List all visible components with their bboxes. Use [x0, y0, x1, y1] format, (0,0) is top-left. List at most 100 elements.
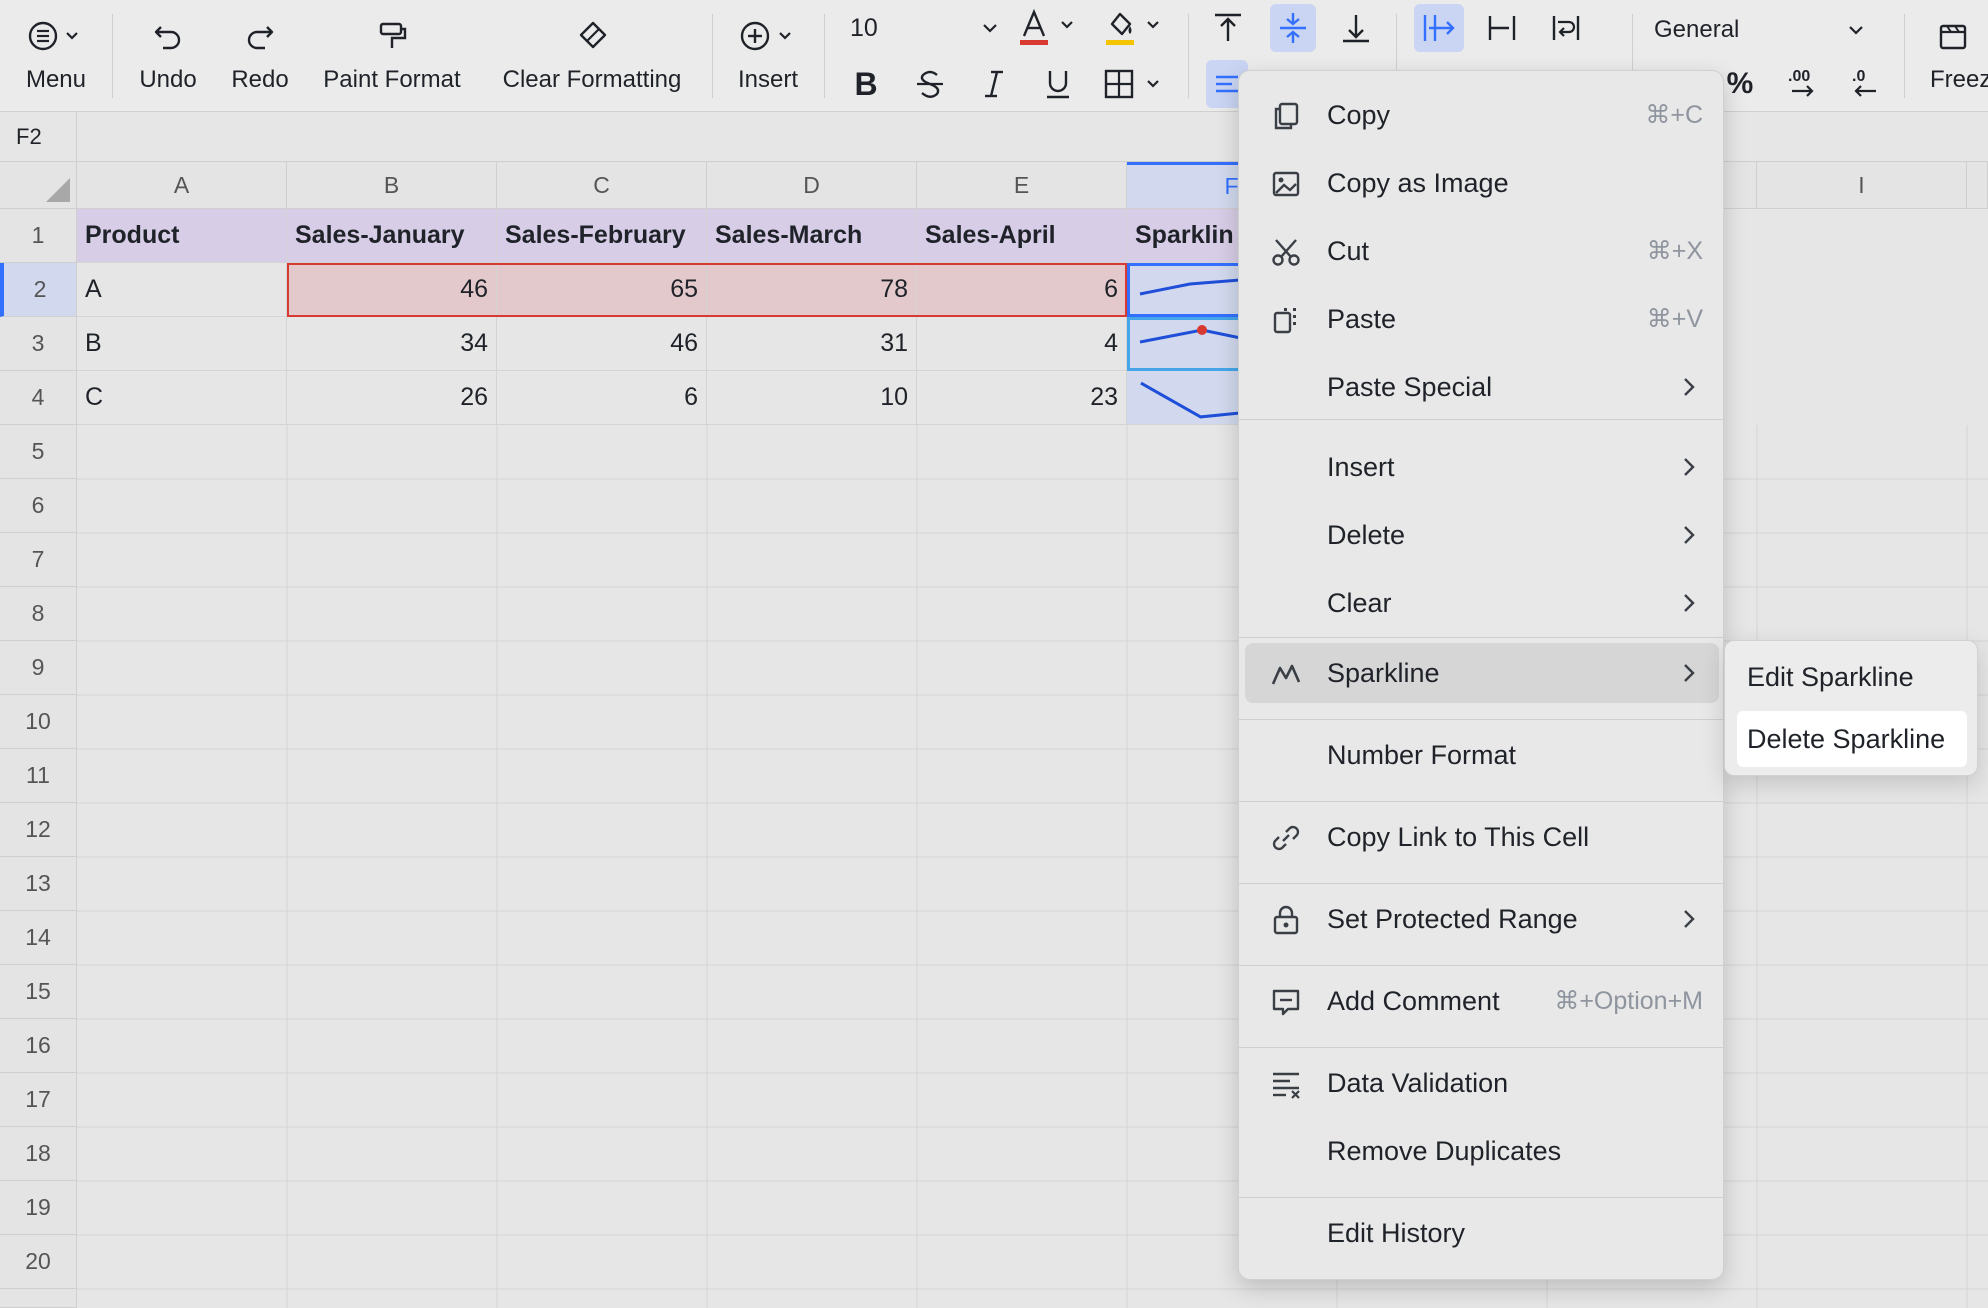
menu-item-copy-as-image[interactable]: Copy as Image [1245, 153, 1719, 213]
row-header[interactable]: 4 [0, 371, 77, 425]
sparkline-submenu: Edit Sparkline Delete Sparkline [1724, 640, 1978, 776]
freeze-button[interactable]: Freez [1922, 0, 1988, 112]
align-middle-button[interactable] [1270, 4, 1316, 52]
cell-reference[interactable]: F2 [0, 112, 77, 162]
menu-item-edit-history[interactable]: Edit History [1245, 1203, 1719, 1263]
row-header[interactable]: 14 [0, 911, 77, 965]
table-cell[interactable]: 65 [497, 263, 707, 317]
row-header[interactable]: 10 [0, 695, 77, 749]
overflow-icon [1423, 15, 1455, 41]
row-header[interactable]: 16 [0, 1019, 77, 1073]
undo-button[interactable]: Undo [134, 0, 202, 112]
menu-item-sparkline[interactable]: Sparkline [1245, 643, 1719, 703]
text-clip-button[interactable] [1480, 6, 1524, 50]
table-cell[interactable]: 34 [287, 317, 497, 371]
table-header-cell[interactable]: Sales-February [497, 209, 707, 263]
menu-item-set-protected-range[interactable]: Set Protected Range [1245, 889, 1719, 949]
percent-button[interactable]: % [1720, 62, 1760, 106]
table-cell[interactable]: 6 [497, 371, 707, 425]
menu-item-remove-duplicates[interactable]: Remove Duplicates [1245, 1121, 1719, 1181]
increase-decimal-button[interactable]: .00 [1780, 62, 1828, 106]
fill-color-icon [1106, 12, 1159, 45]
row-header[interactable]: 11 [0, 749, 77, 803]
menu-divider [1239, 1047, 1723, 1048]
row-header[interactable]: 15 [0, 965, 77, 1019]
decrease-decimal-button[interactable]: .0 [1842, 62, 1886, 106]
chevron-right-icon [1684, 594, 1695, 612]
text-color-button[interactable] [1016, 6, 1082, 50]
menu-item-clear[interactable]: Clear [1245, 573, 1719, 633]
select-all-corner[interactable] [0, 162, 77, 209]
table-cell[interactable]: 78 [707, 263, 917, 317]
align-top-button[interactable] [1206, 6, 1250, 50]
italic-button[interactable] [974, 62, 1014, 106]
column-header-b[interactable]: B [287, 162, 497, 209]
menu-item-cut[interactable]: Cut ⌘+X [1245, 221, 1719, 281]
menu-button[interactable]: Menu [18, 0, 94, 112]
column-header-a[interactable]: A [77, 162, 287, 209]
menu-item-paste[interactable]: Paste ⌘+V [1245, 289, 1719, 349]
bold-button[interactable]: B [846, 62, 886, 106]
row-header[interactable]: 3 [0, 317, 77, 371]
table-cell[interactable]: 6 [917, 263, 1127, 317]
table-cell[interactable]: 31 [707, 317, 917, 371]
row-header[interactable]: 12 [0, 803, 77, 857]
fill-color-button[interactable] [1102, 6, 1168, 50]
align-bottom-icon [1343, 15, 1369, 43]
row-header[interactable]: 18 [0, 1127, 77, 1181]
clear-formatting-button[interactable]: Clear Formatting [494, 0, 690, 112]
row-header[interactable]: 17 [0, 1073, 77, 1127]
row-header[interactable]: 7 [0, 533, 77, 587]
menu-item-delete[interactable]: Delete [1245, 505, 1719, 565]
column-header-j[interactable] [1967, 162, 1988, 209]
table-cell[interactable]: 26 [287, 371, 497, 425]
table-cell[interactable]: B [77, 317, 287, 371]
menu-item-copy-link[interactable]: Copy Link to This Cell [1245, 807, 1719, 867]
menu-item-number-format[interactable]: Number Format [1245, 725, 1719, 785]
table-cell[interactable]: 23 [917, 371, 1127, 425]
menu-item-insert[interactable]: Insert [1245, 437, 1719, 497]
edit-sparkline-item[interactable]: Edit Sparkline [1737, 649, 1967, 705]
column-header-d[interactable]: D [707, 162, 917, 209]
insert-button[interactable]: Insert [730, 0, 806, 112]
table-cell[interactable]: A [77, 263, 287, 317]
underline-button[interactable] [1038, 62, 1078, 106]
table-cell[interactable]: 10 [707, 371, 917, 425]
column-header-e[interactable]: E [917, 162, 1127, 209]
menu-item-copy[interactable]: Copy ⌘+C [1245, 85, 1719, 145]
menu-item-add-comment[interactable]: Add Comment ⌘+Option+M [1245, 971, 1719, 1031]
paint-format-button[interactable]: Paint Format [316, 0, 468, 112]
redo-button[interactable]: Redo [226, 0, 294, 112]
font-size-select[interactable]: 10 [850, 8, 1000, 48]
insert-icon [740, 21, 791, 51]
row-header[interactable]: 8 [0, 587, 77, 641]
table-cell[interactable]: C [77, 371, 287, 425]
delete-sparkline-item[interactable]: Delete Sparkline [1737, 711, 1967, 767]
row-header[interactable]: 19 [0, 1181, 77, 1235]
table-cell[interactable]: 4 [917, 317, 1127, 371]
row-header[interactable]: 5 [0, 425, 77, 479]
table-cell[interactable]: 46 [287, 263, 497, 317]
strikethrough-button[interactable] [910, 62, 950, 106]
table-header-cell[interactable]: Sales-January [287, 209, 497, 263]
row-header[interactable]: 9 [0, 641, 77, 695]
column-header-c[interactable]: C [497, 162, 707, 209]
table-header-cell[interactable]: Sales-April [917, 209, 1127, 263]
number-format-select[interactable]: General [1654, 10, 1866, 50]
toolbar-divider [1188, 14, 1189, 98]
menu-item-data-validation[interactable]: Data Validation [1245, 1053, 1719, 1113]
menu-item-paste-special[interactable]: Paste Special [1245, 357, 1719, 417]
text-wrap-button[interactable] [1544, 6, 1588, 50]
row-header[interactable]: 2 [0, 263, 77, 317]
table-cell[interactable]: 46 [497, 317, 707, 371]
row-header[interactable]: 20 [0, 1235, 77, 1289]
column-header-i[interactable]: I [1757, 162, 1967, 209]
row-header[interactable]: 1 [0, 209, 77, 263]
row-header[interactable]: 13 [0, 857, 77, 911]
text-overflow-button[interactable] [1414, 4, 1464, 52]
row-header[interactable]: 6 [0, 479, 77, 533]
align-bottom-button[interactable] [1334, 6, 1378, 50]
table-header-cell[interactable]: Product [77, 209, 287, 263]
border-button[interactable] [1102, 62, 1168, 106]
table-header-cell[interactable]: Sales-March [707, 209, 917, 263]
